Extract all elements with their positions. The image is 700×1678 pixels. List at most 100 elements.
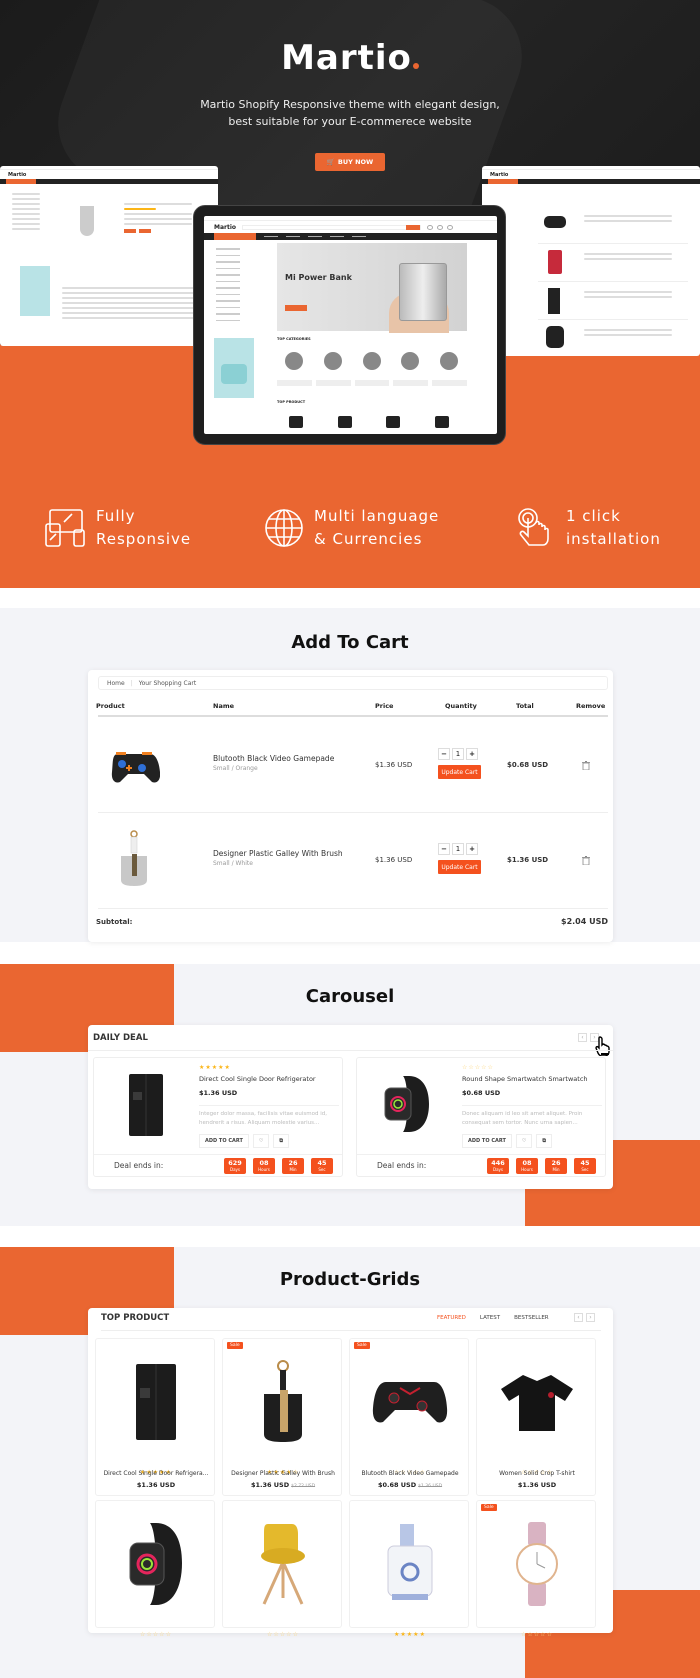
countdown-days: 629 Days [224, 1157, 246, 1174]
countdown-hours: 08 Hours [253, 1157, 275, 1174]
watch-image[interactable] [96, 1511, 216, 1616]
sale-badge: Sale [354, 1342, 370, 1349]
carousel-section-title: Carousel [305, 986, 395, 1007]
feature-multilanguage: Multi language & Currencies [262, 505, 439, 551]
wristwatch-image[interactable] [477, 1511, 597, 1616]
hero-section: Martio Martio Shopify Responsive theme w… [0, 0, 700, 588]
tab-latest[interactable]: LATEST [480, 1315, 500, 1321]
product-card[interactable]: Sale ☆☆☆☆☆ [476, 1500, 597, 1638]
update-cart-button[interactable]: Update Cart [438, 765, 481, 779]
rating-stars: ☆☆☆☆☆ [521, 1631, 553, 1638]
product-image [80, 206, 94, 236]
sale-badge: Sale [227, 1342, 243, 1349]
quantity-stepper[interactable]: −1 + [438, 843, 478, 855]
quantity-input[interactable]: 1 [452, 843, 464, 855]
smartwatch-image [384, 1076, 429, 1132]
gamepad-image [111, 752, 160, 783]
increase-button[interactable]: + [466, 748, 478, 760]
tablet-mockup: Martio Mi Power Bank TOP CATEGORIES TOP … [193, 205, 506, 445]
product-grid-section: Product-Grids TOP PRODUCT FEATURED LATES… [0, 1247, 700, 1678]
add-to-cart-button[interactable]: ADD TO CART [199, 1134, 249, 1148]
item-price: $1.36 USD [375, 761, 413, 769]
item-name[interactable]: Designer Plastic Galley With Brush [213, 849, 343, 858]
product-card[interactable]: ★★★★★ Direct Cool Single Door Refrigera..… [95, 1338, 215, 1496]
hand-pointer-cursor-icon [595, 1036, 610, 1056]
next-button[interactable]: › [586, 1313, 595, 1322]
subtotal-value: $2.04 USD [561, 917, 608, 926]
tablet-screen: Martio Mi Power Bank TOP CATEGORIES TOP … [204, 216, 497, 434]
old-price: $1.36 USD [418, 1484, 443, 1489]
quick-view-icon[interactable]: ⧉ [536, 1134, 552, 1148]
product-card[interactable]: ☆☆☆☆☆ Women Solid Crop T-shirt $1.36 USD [476, 1338, 596, 1496]
sale-badge: Sale [481, 1504, 497, 1511]
tap-hand-icon [518, 508, 549, 546]
gamepad-image[interactable] [350, 1349, 470, 1454]
header-total: Total [516, 702, 534, 710]
mock-hero-banner: Mi Power Bank [277, 243, 467, 333]
juicer-image[interactable] [350, 1511, 470, 1616]
right-product-list-mockup: Martio [482, 166, 700, 356]
item-total: $0.68 USD [507, 761, 549, 769]
buy-now-button[interactable]: 🛒 BUY NOW [315, 153, 385, 171]
wishlist-heart-icon[interactable]: ♡ [252, 1134, 270, 1148]
cart-section: Add To Cart Home | Your Shopping Cart Pr… [0, 608, 700, 942]
product-price: $1.36 USD [517, 1481, 557, 1489]
daily-deal-title: DAILY DEAL [93, 1033, 148, 1043]
product-price: $1.36 USD [136, 1481, 176, 1489]
product-card[interactable]: ☆☆☆☆☆ [222, 1500, 343, 1638]
product-card[interactable]: ☆☆☆☆☆ [95, 1500, 216, 1638]
header-quantity: Quantity [445, 702, 477, 710]
chair-image[interactable] [223, 1511, 343, 1616]
header-remove: Remove [576, 702, 606, 710]
breadcrumb: Home | Your Shopping Cart [98, 676, 608, 690]
product-card[interactable]: ★★★★★ [349, 1500, 470, 1638]
daily-deal-card: DAILY DEAL ‹ › ★★★★★ Direct Cool Single … [88, 1025, 613, 1189]
prev-button[interactable]: ‹ [578, 1033, 587, 1042]
tshirt-image[interactable] [477, 1349, 597, 1454]
cart-section-title: Add To Cart [291, 632, 409, 653]
product-name[interactable]: Direct Cool Single Door Refrigera... [96, 1470, 216, 1477]
trash-icon[interactable] [582, 856, 590, 865]
decrease-button[interactable]: − [438, 748, 450, 760]
update-cart-button[interactable]: Update Cart [438, 860, 481, 874]
deal-item: ★★★★★ Direct Cool Single Door Refrigerat… [93, 1057, 343, 1177]
quick-view-icon[interactable]: ⧉ [273, 1134, 289, 1148]
deal-product-name[interactable]: Direct Cool Single Door Refrigerator [199, 1075, 339, 1083]
breadcrumb-current: Your Shopping Cart [138, 679, 197, 687]
top-product-card: TOP PRODUCT FEATURED LATEST BESTSELLER ‹… [88, 1308, 613, 1638]
tab-bestseller[interactable]: BESTSELLER [514, 1315, 549, 1321]
left-product-page-mockup: Martio [0, 166, 218, 346]
quantity-input[interactable]: 1 [452, 748, 464, 760]
refrigerator-image [129, 1074, 163, 1136]
prev-button[interactable]: ‹ [574, 1313, 583, 1322]
countdown-min: 26 Min [545, 1157, 567, 1174]
increase-button[interactable]: + [466, 843, 478, 855]
dustpan-image[interactable] [223, 1349, 343, 1454]
cart-card: Home | Your Shopping Cart Product Name P… [88, 670, 613, 942]
wishlist-heart-icon[interactable]: ♡ [515, 1134, 533, 1148]
quantity-stepper[interactable]: −1 + [438, 748, 478, 760]
breadcrumb-home[interactable]: Home [107, 680, 125, 687]
fridge-image[interactable] [96, 1349, 216, 1454]
deal-countdown: Deal ends in: 629 Days 08 Hours 26 Min 45 Se… [94, 1154, 342, 1176]
add-to-cart-button[interactable]: ADD TO CART [462, 1134, 512, 1148]
product-name[interactable]: Designer Plastic Galley With Brush [223, 1470, 343, 1477]
tagline-line-1: Martio Shopify Responsive theme with ele… [200, 98, 500, 111]
subtotal-label: Subtotal: [96, 918, 133, 926]
item-name[interactable]: Blutooth Black Video Gamepade [213, 754, 334, 763]
decrease-button[interactable]: − [438, 843, 450, 855]
deal-product-name[interactable]: Round Shape Smartwatch Smartwatch [462, 1075, 602, 1083]
product-card[interactable]: Sale ★★★★☆ Designer Plastic Galley With Br… [222, 1338, 342, 1496]
item-total: $1.36 USD [507, 856, 549, 864]
tab-featured[interactable]: FEATURED [437, 1315, 466, 1321]
old-price: $2.72 USD [291, 1484, 316, 1489]
trash-icon[interactable] [582, 761, 590, 770]
deal-product-description: Integer dolor massa, facilisis vitae eui… [199, 1105, 339, 1128]
product-name[interactable]: Blutooth Black Video Gamepade [350, 1470, 470, 1477]
header-product: Product [96, 702, 125, 710]
rating-stars: ☆☆☆☆☆ [462, 1064, 494, 1071]
header-name: Name [213, 702, 235, 710]
product-card[interactable]: Sale ☆☆☆☆☆ Blutooth Black Video Gamepade $0… [349, 1338, 469, 1496]
countdown-min: 26 Min [282, 1157, 304, 1174]
product-name[interactable]: Women Solid Crop T-shirt [477, 1470, 597, 1477]
